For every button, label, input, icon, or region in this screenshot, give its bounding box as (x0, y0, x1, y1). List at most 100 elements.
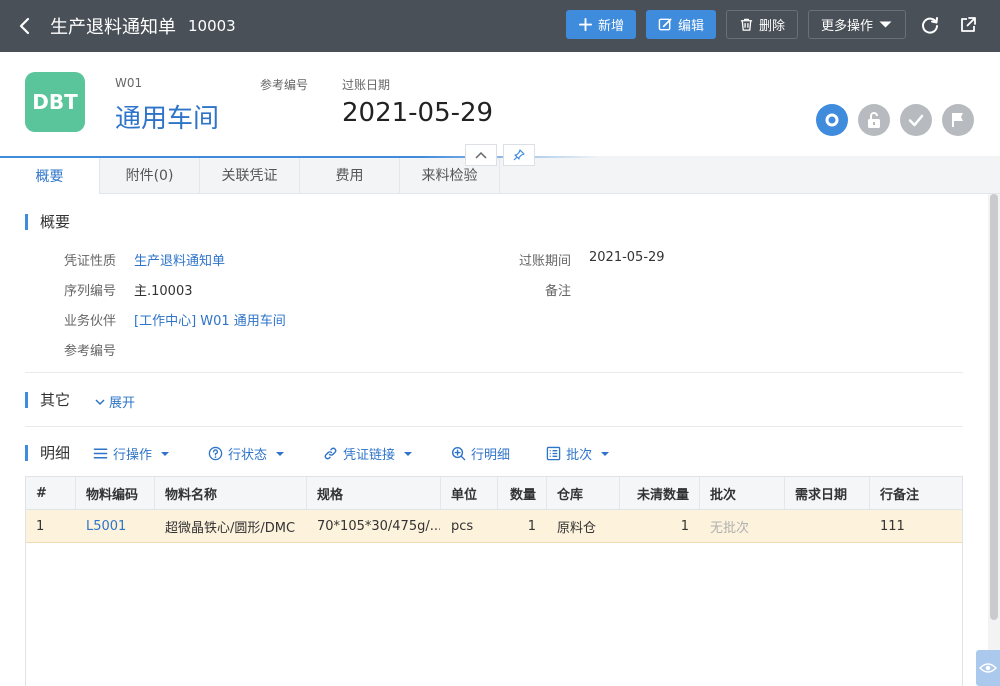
open-external-button[interactable] (954, 11, 982, 39)
partner-name: 通用车间 (115, 104, 220, 134)
document-link-dropdown[interactable]: 凭证链接 (323, 444, 413, 463)
edit-button[interactable]: 编辑 (645, 10, 716, 39)
column-header-material-code[interactable]: 物料编码 (76, 477, 155, 509)
chevron-down-icon (95, 398, 105, 405)
column-header-line-remark[interactable]: 行备注 (870, 477, 962, 509)
cell-demand-date (785, 510, 870, 542)
column-header-batch[interactable]: 批次 (700, 477, 785, 509)
column-header-demand-date[interactable]: 需求日期 (785, 477, 870, 509)
row-operations-label: 行操作 (113, 448, 153, 463)
more-actions-label: 更多操作 (820, 19, 873, 34)
posting-period-value: 2021-05-29 (589, 250, 665, 265)
top-bar: 生产退料通知单 10003 新增 编辑 删除 更多操作 (0, 0, 1000, 52)
view-toggle-button[interactable] (976, 650, 1000, 686)
section-divider (25, 426, 963, 427)
cell-warehouse: 原料仓 (557, 520, 597, 536)
pin-icon (513, 149, 525, 161)
document-number: 10003 (188, 17, 236, 35)
refresh-icon (922, 16, 938, 34)
external-link-icon (961, 16, 976, 32)
column-header-quantity[interactable]: 数量 (498, 477, 547, 509)
cell-unit: pcs (451, 518, 474, 534)
column-header-index[interactable]: # (26, 477, 76, 509)
lock-button[interactable] (858, 104, 890, 136)
cell-material-name: 超微晶铁心/圆形/DMC (165, 520, 296, 536)
row-operations-dropdown[interactable]: 行操作 (93, 444, 170, 463)
remark-label: 备注 (545, 284, 572, 299)
batch-dropdown[interactable]: 批次 (546, 444, 610, 463)
cell-quantity: 1 (527, 518, 536, 534)
row-status-label: 行状态 (228, 448, 268, 463)
approve-button[interactable] (900, 104, 932, 136)
eye-icon (979, 663, 997, 673)
detail-table: # 物料编码 物料名称 规格 单位 数量 仓库 未清数量 批次 需求日期 行备注… (25, 476, 963, 686)
column-header-unit[interactable]: 单位 (441, 477, 498, 509)
reference-number-label: 参考编号 (260, 78, 309, 92)
document-link-label: 凭证链接 (343, 448, 396, 463)
voucher-nature-value[interactable]: 生产退料通知单 (134, 250, 225, 269)
batch-label: 批次 (566, 448, 593, 463)
document-header: DBT W01 通用车间 参考编号 过账日期 2021-05-29 (0, 52, 1000, 156)
detail-toolbar: 行操作 行状态 凭证链接 行明细 批次 (93, 444, 610, 463)
link-icon (324, 447, 337, 460)
caret-down-icon (601, 451, 610, 456)
column-header-warehouse[interactable]: 仓库 (547, 477, 620, 509)
detail-section-title: 明细 (25, 445, 70, 461)
expand-label: 展开 (109, 396, 136, 411)
column-header-material-name[interactable]: 物料名称 (155, 477, 307, 509)
summary-section-title: 概要 (25, 214, 70, 230)
refresh-button[interactable] (916, 11, 944, 39)
tab-related-documents[interactable]: 关联凭证 (200, 156, 300, 193)
flag-icon (952, 113, 963, 127)
cell-batch: 无批次 (710, 520, 750, 536)
section-divider (25, 372, 963, 373)
scrollbar-thumb[interactable] (990, 194, 998, 620)
posting-date-label: 过账日期 (342, 78, 391, 92)
row-detail-label: 行明细 (471, 448, 511, 463)
add-button-label: 新增 (597, 19, 624, 34)
serial-number-label: 序列编号 (64, 284, 117, 299)
more-actions-dropdown[interactable]: 更多操作 (807, 10, 906, 39)
caret-down-icon (404, 451, 413, 456)
chevron-left-icon (19, 17, 30, 35)
cell-material-code[interactable]: L5001 (76, 510, 155, 542)
table-header: # 物料编码 物料名称 规格 单位 数量 仓库 未清数量 批次 需求日期 行备注 (26, 477, 962, 510)
question-circle-icon (208, 446, 223, 461)
expand-toggle[interactable]: 展开 (95, 392, 135, 411)
list-icon (93, 448, 108, 459)
collapse-header-button[interactable] (465, 144, 497, 166)
column-header-spec[interactable]: 规格 (307, 477, 441, 509)
posting-date: 2021-05-29 (342, 98, 494, 128)
edit-button-label: 编辑 (677, 19, 704, 34)
business-partner-value[interactable]: [工作中心] W01 通用车间 (134, 310, 286, 329)
caret-down-icon (161, 451, 170, 456)
business-partner-label: 业务伙伴 (64, 314, 117, 329)
check-icon (908, 114, 924, 127)
batch-list-icon (546, 446, 561, 461)
circle-dot-icon (825, 113, 839, 127)
tab-summary[interactable]: 概要 (0, 156, 100, 194)
table-row[interactable]: 1 L5001 超微晶铁心/圆形/DMC 70*105*30/475g/... … (26, 510, 962, 543)
back-button[interactable] (0, 0, 50, 52)
delete-button-label: 删除 (758, 19, 785, 34)
pin-header-button[interactable] (503, 144, 535, 166)
avatar: DBT (25, 72, 85, 132)
vertical-scrollbar[interactable] (988, 194, 1000, 686)
edit-icon (658, 18, 672, 31)
other-section-title: 其它 (25, 392, 70, 408)
column-header-open-quantity[interactable]: 未清数量 (620, 477, 700, 509)
tab-expenses[interactable]: 费用 (300, 156, 400, 193)
tab-bar: 概要 附件(0) 关联凭证 费用 来料检验 (0, 156, 1000, 194)
trash-icon (740, 18, 753, 31)
row-detail-button[interactable]: 行明细 (451, 444, 510, 463)
serial-number-value: 主.10003 (134, 284, 193, 299)
row-status-dropdown[interactable]: 行状态 (208, 444, 285, 463)
delete-button[interactable]: 删除 (725, 10, 798, 39)
flag-button[interactable] (942, 104, 974, 136)
status-open-button[interactable] (816, 104, 848, 136)
tab-attachments[interactable]: 附件(0) (100, 156, 200, 193)
cell-spec: 70*105*30/475g/... (317, 518, 441, 534)
add-button[interactable]: 新增 (565, 10, 636, 39)
zoom-in-icon (452, 446, 466, 461)
reference-number-field-label: 参考编号 (64, 344, 117, 359)
